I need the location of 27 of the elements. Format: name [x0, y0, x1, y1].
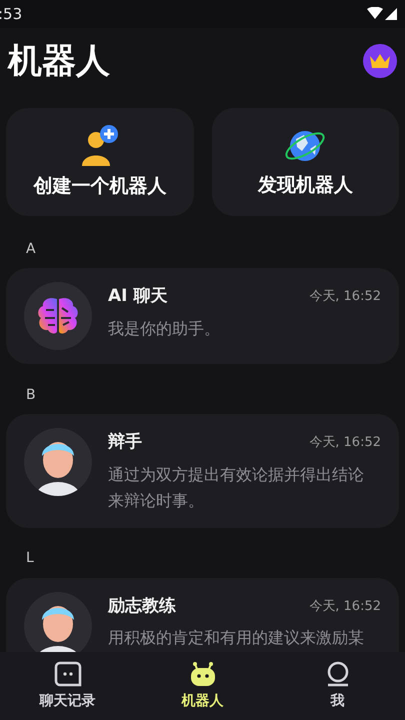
bot-description: 我是你的助手。: [108, 318, 221, 340]
bot-card[interactable]: 励志教练 今天, 16:52 用积极的肯定和有用的建议来激励某: [6, 578, 399, 652]
bot-time: 今天, 16:52: [309, 288, 381, 306]
bot-card[interactable]: AI 聊天 今天, 16:52 我是你的助手。: [6, 268, 399, 364]
action-card[interactable]: 创建一个机器人: [6, 108, 194, 216]
user-add-icon: [80, 124, 120, 168]
chat-icon: [54, 660, 82, 686]
bot-name: AI 聊天: [108, 285, 168, 308]
crown-icon: [369, 53, 391, 69]
bot-description: 通过为双方提出有效论据并得出结论来辩论时事。: [108, 464, 365, 512]
section-letter: B: [25, 386, 37, 404]
robot-icon: [188, 660, 216, 686]
status-time: :53: [0, 4, 22, 25]
bot-card[interactable]: 辩手 今天, 16:52 通过为双方提出有效论据并得出结论来辩论时事。: [6, 414, 399, 528]
bot-description: 用积极的肯定和有用的建议来激励某: [108, 627, 365, 649]
crown-button[interactable]: [363, 44, 397, 78]
nav-tab[interactable]: 聊天记录: [0, 652, 135, 720]
bot-time: 今天, 16:52: [309, 434, 381, 452]
action-card[interactable]: 发现机器人: [212, 108, 399, 216]
page-title: 机器人: [8, 40, 110, 82]
section-letter: A: [25, 240, 37, 258]
bot-time: 今天, 16:52: [309, 598, 381, 616]
nav-tab[interactable]: 机器人: [135, 652, 270, 720]
bot-name: 辩手: [108, 431, 142, 454]
bot-name: 励志教练: [108, 594, 176, 618]
section-letter: L: [25, 549, 35, 568]
nav-tab[interactable]: 我: [270, 652, 405, 720]
